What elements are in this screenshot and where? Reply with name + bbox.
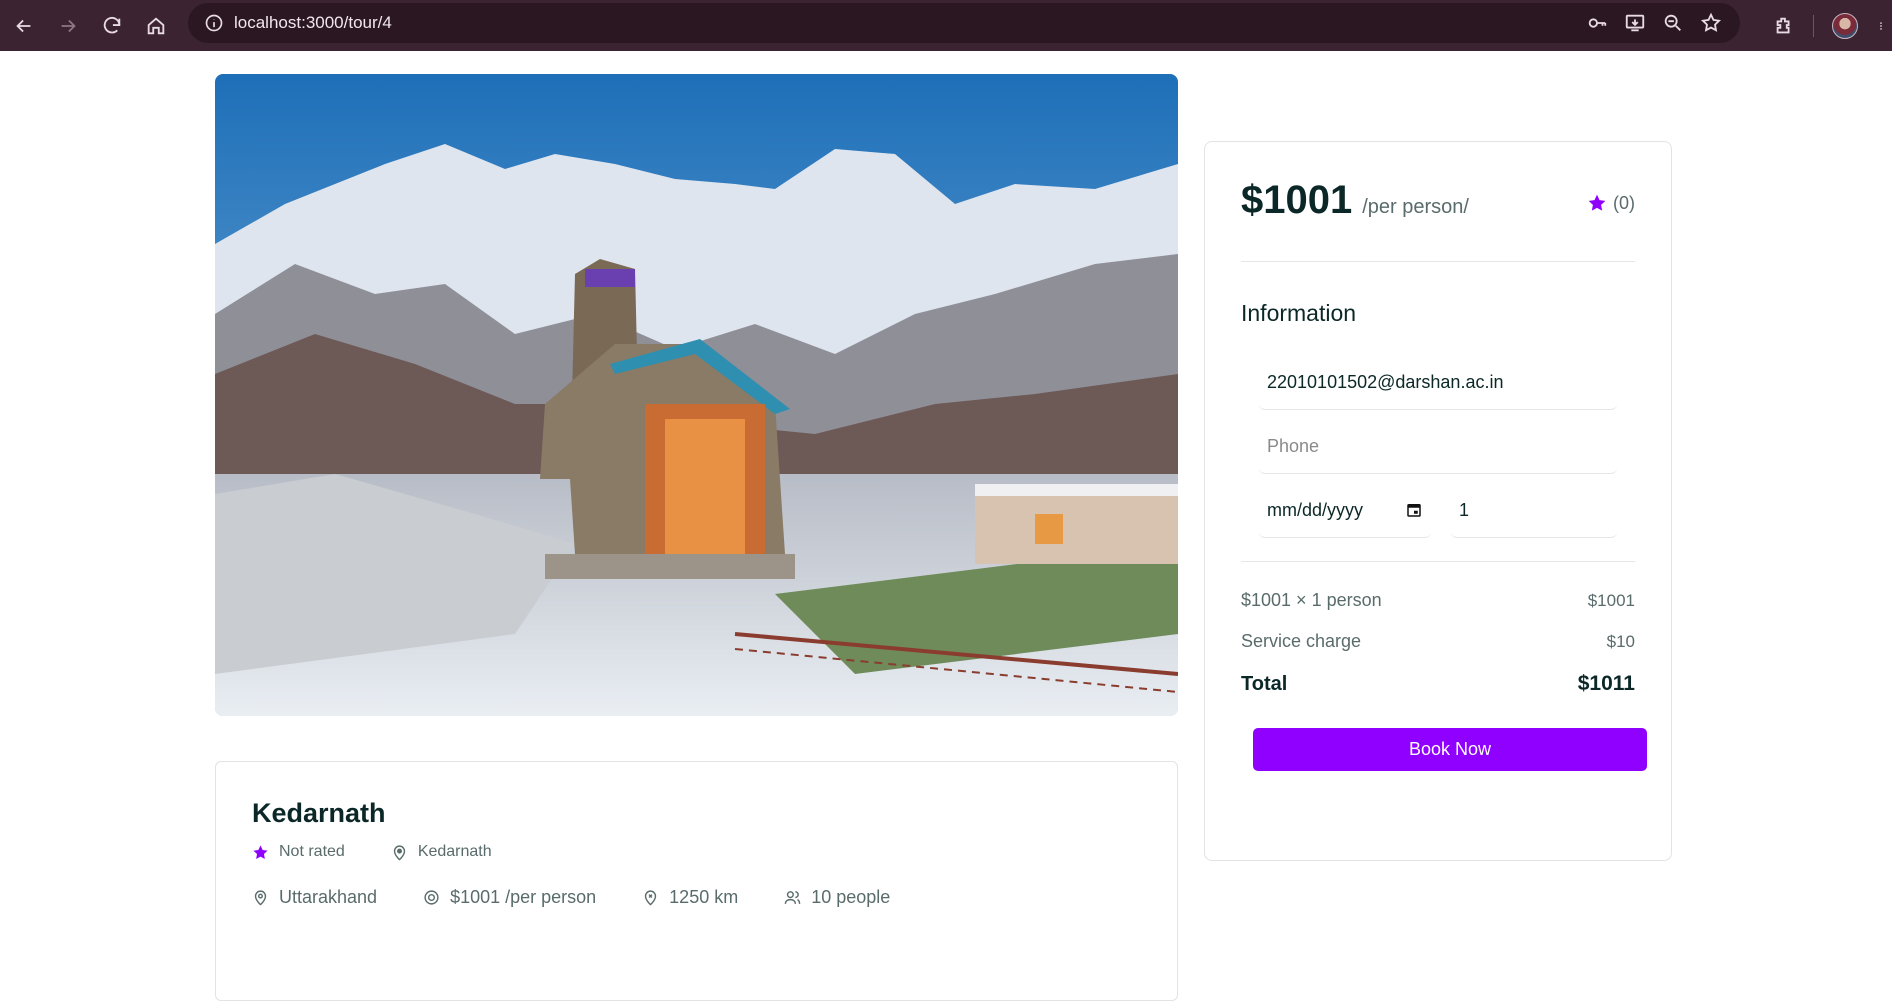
- site-info-icon[interactable]: [194, 3, 234, 43]
- booking-price: $1001: [1241, 178, 1353, 222]
- tour-meta-primary: Not rated Kedarnath: [252, 843, 1141, 861]
- guest-count-input[interactable]: 1: [1451, 483, 1617, 538]
- tour-meta-secondary: Uttarakhand $1001 /per person 1250 km 10…: [252, 887, 1141, 908]
- email-field[interactable]: 22010101502@darshan.ac.in: [1259, 355, 1617, 410]
- tour-city-text: Kedarnath: [417, 843, 492, 860]
- summary-base-value: $1001: [1587, 590, 1635, 610]
- information-heading: Information: [1241, 300, 1357, 326]
- back-button[interactable]: [4, 6, 44, 46]
- summary-total-label: Total: [1241, 672, 1288, 695]
- tour-hero-image: [215, 74, 1178, 716]
- summary-line-service: Service charge $10: [1241, 631, 1635, 652]
- home-icon: [147, 16, 165, 34]
- summary-line-total: Total $1011: [1241, 672, 1635, 696]
- tour-price: $1001 /per person: [423, 887, 596, 908]
- price-summary: $1001 × 1 person $1001 Service charge $1…: [1241, 561, 1635, 696]
- booking-per-person: /per person/: [1362, 196, 1469, 218]
- url-text[interactable]: localhost:3000/tour/4: [234, 13, 392, 33]
- group-icon: [784, 891, 801, 904]
- tour-group-size: 10 people: [784, 887, 890, 908]
- tour-rating: Not rated: [252, 843, 345, 861]
- tour-group-size-text: 10 people: [811, 887, 891, 907]
- tour-state-text: Uttarakhand: [279, 887, 378, 907]
- booking-rating-count: (0): [1613, 192, 1635, 213]
- date-guests-row: mm/dd/yyyy 1: [1259, 483, 1635, 547]
- tour-city: Kedarnath: [391, 843, 492, 861]
- key-icon[interactable]: [1586, 12, 1608, 34]
- profile-avatar[interactable]: [1832, 12, 1858, 39]
- summary-service-label: Service charge: [1241, 631, 1362, 651]
- install-app-icon[interactable]: [1624, 12, 1646, 34]
- arrow-right-icon: [61, 19, 76, 32]
- star-icon: [1588, 194, 1606, 211]
- zoom-icon[interactable]: [1662, 12, 1684, 34]
- date-input[interactable]: mm/dd/yyyy: [1259, 483, 1431, 538]
- tour-state: Uttarakhand: [252, 887, 377, 908]
- home-button[interactable]: [136, 6, 176, 46]
- tour-rating-text: Not rated: [279, 843, 345, 860]
- summary-line-base: $1001 × 1 person $1001: [1241, 590, 1635, 611]
- address-bar[interactable]: localhost:3000/tour/4: [188, 3, 1740, 43]
- phone-input[interactable]: Phone: [1259, 419, 1617, 474]
- booking-rating: (0): [1587, 193, 1635, 214]
- summary-total-value: $1011: [1577, 672, 1635, 695]
- tour-details-card: Kedarnath Not rated Kedarnath Uttarakhan…: [215, 761, 1178, 1001]
- summary-base-label: $1001 × 1 person: [1241, 590, 1382, 610]
- calendar-icon[interactable]: [1405, 501, 1423, 519]
- map-pin-user-icon: [393, 844, 405, 861]
- tour-title: Kedarnath: [252, 798, 386, 828]
- menu-kebab-icon[interactable]: [1876, 15, 1886, 37]
- location-pin-icon: [254, 890, 267, 906]
- star-icon: [253, 844, 268, 859]
- forward-button[interactable]: [48, 6, 88, 46]
- extensions-icon[interactable]: [1773, 15, 1795, 37]
- arrow-left-icon: [16, 19, 31, 32]
- browser-toolbar: localhost:3000/tour/4: [0, 0, 1892, 51]
- reload-button[interactable]: [92, 6, 132, 46]
- tour-price-text: $1001 /per person: [450, 887, 597, 907]
- toolbar-divider: [1813, 14, 1814, 37]
- money-icon: [424, 890, 439, 905]
- distance-pin-icon: [645, 890, 657, 906]
- tour-distance-text: 1250 km: [669, 887, 739, 907]
- reload-icon: [103, 16, 121, 33]
- booking-price-header: $1001/per person/ (0): [1241, 178, 1635, 262]
- book-now-button[interactable]: Book Now: [1253, 728, 1647, 771]
- date-placeholder: mm/dd/yyyy: [1267, 499, 1364, 520]
- booking-price-block: $1001/per person/: [1241, 178, 1469, 223]
- tour-distance: 1250 km: [642, 887, 738, 908]
- bookmark-star-icon[interactable]: [1700, 12, 1722, 34]
- summary-service-value: $10: [1606, 631, 1635, 651]
- booking-card: $1001/per person/ (0) Information 220101…: [1204, 141, 1672, 861]
